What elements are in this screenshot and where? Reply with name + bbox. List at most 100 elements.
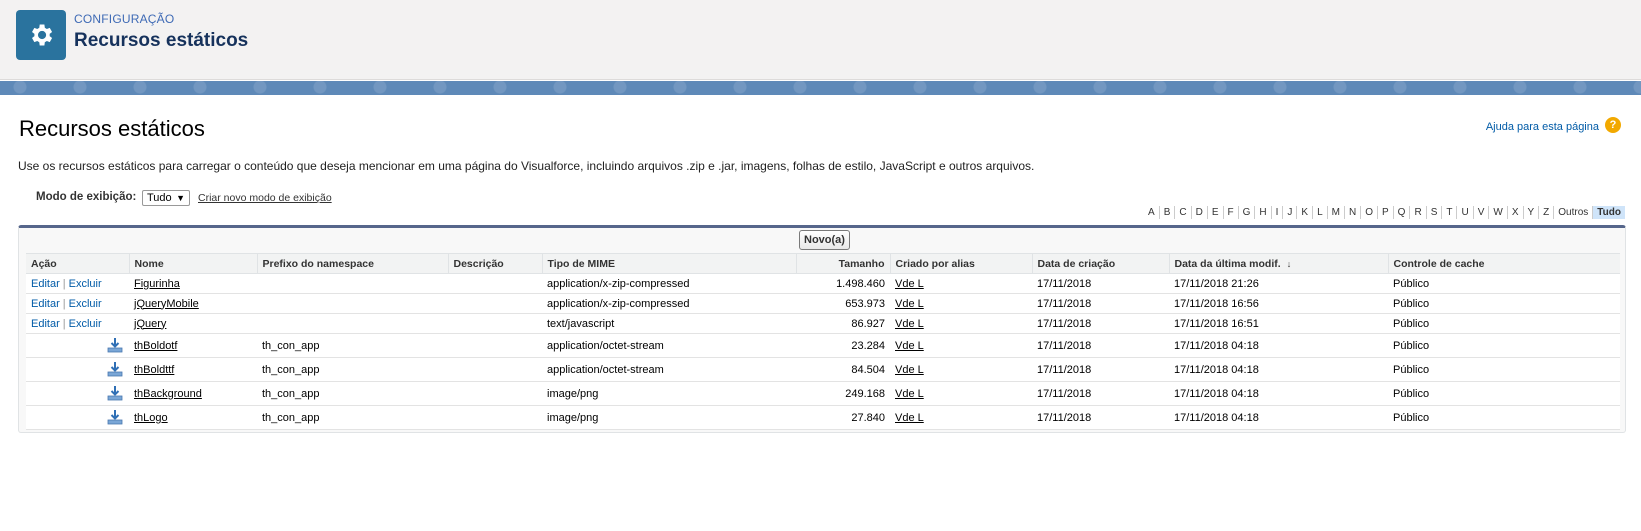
alpha-filter-g[interactable]: G	[1237, 206, 1255, 219]
col-mime[interactable]: Tipo de MIME	[541, 253, 796, 274]
created-by-link[interactable]: Vde L	[895, 278, 924, 290]
view-mode-select[interactable]: Tudo ▼	[142, 190, 190, 206]
alpha-filter-w[interactable]: W	[1488, 206, 1506, 219]
modified-date-cell: 17/11/2018 04:18	[1169, 405, 1388, 430]
size-cell: 1.498.460	[796, 273, 890, 294]
cache-cell: Público	[1388, 405, 1620, 430]
col-modified-date[interactable]: Data da última modif. ↓	[1168, 253, 1388, 274]
alpha-filter-s[interactable]: S	[1425, 206, 1442, 219]
resource-name-link[interactable]: jQueryMobile	[134, 298, 199, 310]
resource-name-link[interactable]: thBackground	[134, 388, 202, 400]
alpha-filter-y[interactable]: Y	[1522, 206, 1539, 219]
table-header-row: Ação Nome Prefixo do namespace Descrição…	[26, 253, 1620, 274]
created-by-link[interactable]: Vde L	[895, 340, 924, 352]
created-by-link[interactable]: Vde L	[895, 298, 924, 310]
alpha-filter-v[interactable]: V	[1472, 206, 1489, 219]
table-row: Editar | Excluir Figurinha application/x-zip…	[26, 273, 1620, 294]
alpha-filter-outros[interactable]: Outros	[1553, 206, 1592, 219]
created-date-cell: 17/11/2018	[1032, 381, 1169, 406]
alpha-filter-a[interactable]: A	[1144, 206, 1159, 219]
download-icon[interactable]	[107, 385, 123, 404]
alpha-filter-c[interactable]: C	[1174, 206, 1190, 219]
col-created-by[interactable]: Criado por alias	[889, 253, 1032, 274]
mime-cell: application/octet-stream	[542, 333, 796, 358]
col-namespace[interactable]: Prefixo do namespace	[256, 253, 448, 274]
row-actions: Editar | Excluir	[26, 273, 129, 294]
description-cell	[448, 357, 542, 382]
alpha-filter-f[interactable]: F	[1222, 206, 1238, 219]
download-icon[interactable]	[107, 337, 123, 356]
name-cell: thBackground	[107, 381, 257, 406]
alpha-filter-b[interactable]: B	[1158, 206, 1175, 219]
namespace-cell: th_con_app	[257, 381, 448, 406]
cache-cell: Público	[1388, 357, 1620, 382]
alpha-filter-o[interactable]: O	[1360, 206, 1377, 219]
setup-header: CONFIGURAÇÃO Recursos estáticos	[0, 0, 1641, 80]
col-description[interactable]: Descrição	[447, 253, 542, 274]
alpha-filter-r[interactable]: R	[1409, 206, 1425, 219]
created-by-link[interactable]: Vde L	[895, 412, 924, 424]
col-name[interactable]: Nome	[128, 253, 257, 274]
resource-name-link[interactable]: jQuery	[134, 318, 166, 330]
action-separator: |	[62, 277, 66, 290]
alphabet-filter: A B C D E F G H I J K L M N O P Q R S T U V W X Y Z Outros Tudo	[1144, 206, 1625, 219]
resource-name-link[interactable]: thBoldotf	[134, 340, 177, 352]
help-icon[interactable]: ?	[1605, 117, 1621, 133]
new-button[interactable]: Novo(a)	[799, 230, 850, 250]
namespace-cell	[257, 293, 448, 314]
edit-link[interactable]: Editar	[31, 318, 60, 330]
modified-date-cell: 17/11/2018 04:18	[1169, 357, 1388, 382]
edit-link[interactable]: Editar	[31, 298, 60, 310]
alpha-filter-z[interactable]: Z	[1538, 206, 1553, 219]
alpha-filter-q[interactable]: Q	[1392, 206, 1410, 219]
help-link[interactable]: Ajuda para esta página	[1486, 121, 1599, 133]
alpha-filter-tudo[interactable]: Tudo	[1592, 206, 1625, 219]
alpha-filter-k[interactable]: K	[1296, 206, 1312, 219]
header-title: Recursos estáticos	[74, 30, 249, 51]
view-mode-label: Modo de exibição:	[36, 191, 137, 203]
description-cell	[448, 313, 542, 334]
created-date-cell: 17/11/2018	[1032, 357, 1169, 382]
col-created-date[interactable]: Data de criação	[1031, 253, 1169, 274]
alpha-filter-e[interactable]: E	[1206, 206, 1223, 219]
col-size[interactable]: Tamanho	[795, 253, 890, 274]
download-icon[interactable]	[107, 409, 123, 428]
namespace-cell	[257, 273, 448, 294]
delete-link[interactable]: Excluir	[69, 298, 102, 310]
col-cache[interactable]: Controle de cache	[1387, 253, 1620, 274]
alpha-filter-x[interactable]: X	[1506, 206, 1523, 219]
description-cell	[448, 405, 542, 430]
resource-name-link[interactable]: thLogo	[134, 412, 168, 424]
created-date-cell: 17/11/2018	[1032, 293, 1169, 314]
alpha-filter-u[interactable]: U	[1456, 206, 1472, 219]
size-cell: 86.927	[796, 313, 890, 334]
description-cell	[448, 381, 542, 406]
alpha-filter-m[interactable]: M	[1326, 206, 1344, 219]
alpha-filter-p[interactable]: P	[1377, 206, 1393, 219]
row-actions: Editar | Excluir	[26, 293, 129, 314]
resource-name-link[interactable]: thBoldttf	[134, 364, 174, 376]
delete-link[interactable]: Excluir	[69, 278, 102, 290]
header-kicker: CONFIGURAÇÃO	[74, 12, 175, 26]
edit-link[interactable]: Editar	[31, 278, 60, 290]
created-by-link[interactable]: Vde L	[895, 318, 924, 330]
cache-cell: Público	[1388, 333, 1620, 358]
alpha-filter-t[interactable]: T	[1441, 206, 1456, 219]
resource-table: Ação Nome Prefixo do namespace Descrição…	[26, 253, 1620, 430]
create-view-link[interactable]: Criar novo modo de exibição	[198, 192, 332, 204]
alpha-filter-j[interactable]: J	[1282, 206, 1296, 219]
cache-cell: Público	[1388, 313, 1620, 334]
alpha-filter-d[interactable]: D	[1190, 206, 1207, 219]
alpha-filter-l[interactable]: L	[1312, 206, 1327, 219]
resource-name-link[interactable]: Figurinha	[134, 278, 180, 290]
alpha-filter-h[interactable]: H	[1254, 206, 1270, 219]
description-cell	[448, 273, 542, 294]
delete-link[interactable]: Excluir	[69, 318, 102, 330]
download-icon[interactable]	[107, 361, 123, 380]
created-by-link[interactable]: Vde L	[895, 364, 924, 376]
created-by-link[interactable]: Vde L	[895, 388, 924, 400]
view-mode-value: Tudo	[147, 192, 172, 204]
sort-desc-icon: ↓	[1286, 258, 1292, 269]
alpha-filter-i[interactable]: I	[1270, 206, 1283, 219]
alpha-filter-n[interactable]: N	[1343, 206, 1360, 219]
